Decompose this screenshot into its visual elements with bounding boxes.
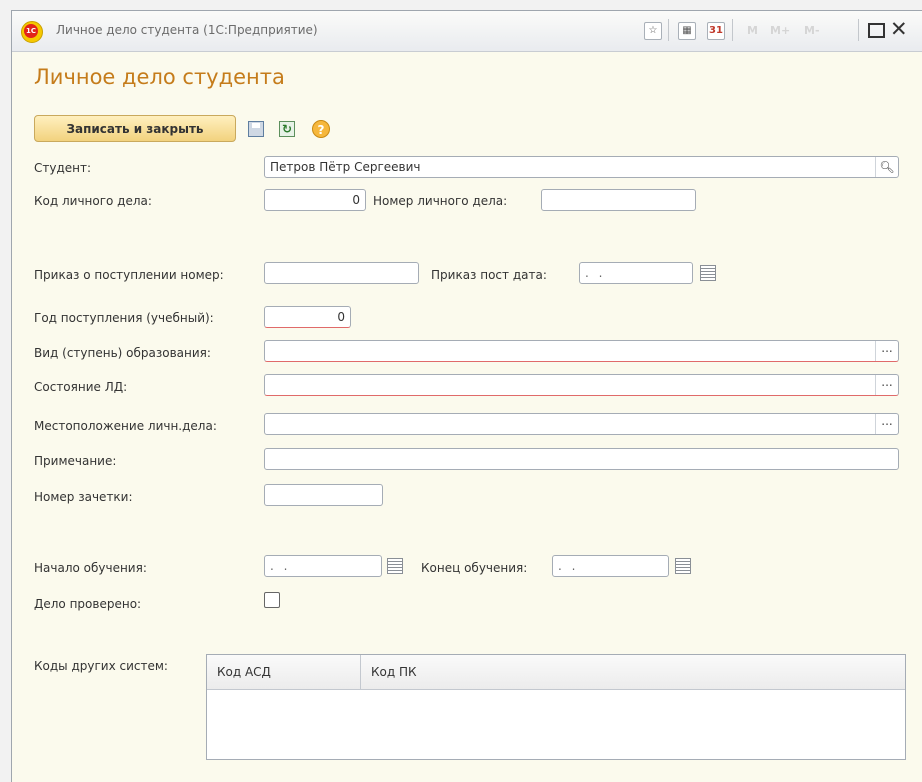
separator bbox=[858, 19, 859, 41]
favorites-star-icon[interactable]: ☆ bbox=[644, 22, 662, 40]
memory-minus-button[interactable]: M- bbox=[804, 24, 820, 37]
memory-plus-button[interactable]: M+ bbox=[770, 24, 790, 37]
student-field[interactable]: Петров Пётр Сергеевич 🔍︎ bbox=[264, 156, 899, 178]
save-icon[interactable] bbox=[248, 121, 264, 137]
record-book-number-label: Номер зачетки: bbox=[34, 490, 133, 504]
note-field[interactable] bbox=[264, 448, 899, 470]
write-and-close-button[interactable]: Записать и закрыть bbox=[34, 115, 236, 142]
other-systems-table[interactable]: Код АСД Код ПК bbox=[206, 654, 906, 760]
study-start-value: . . bbox=[270, 559, 291, 573]
admission-order-date-label: Приказ пост дата: bbox=[431, 268, 547, 282]
case-number-label: Номер личного дела: bbox=[373, 194, 508, 208]
app-logo-text: 1C bbox=[24, 24, 38, 38]
study-end-field[interactable]: . . bbox=[552, 555, 669, 577]
app-logo-icon[interactable]: 1C bbox=[21, 21, 43, 43]
admission-order-number-field[interactable] bbox=[264, 262, 419, 284]
select-button[interactable]: ... bbox=[875, 341, 898, 361]
case-checked-label: Дело проверено: bbox=[34, 597, 142, 611]
calendar-icon[interactable] bbox=[700, 265, 716, 281]
calculator-icon[interactable]: ▦ bbox=[678, 22, 696, 40]
separator bbox=[668, 19, 669, 41]
column-header-asd-code[interactable]: Код АСД bbox=[207, 655, 361, 689]
admission-year-label: Год поступления (учебный): bbox=[34, 311, 214, 325]
restore-window-icon[interactable] bbox=[868, 23, 885, 38]
case-number-field[interactable] bbox=[541, 189, 696, 211]
admission-year-field[interactable]: 0 bbox=[264, 306, 351, 328]
education-level-label: Вид (ступень) образования: bbox=[34, 346, 211, 360]
title-bar: 1C Личное дело студента (1С:Предприятие)… bbox=[12, 11, 922, 52]
case-state-field[interactable]: ... bbox=[264, 374, 899, 396]
study-start-label: Начало обучения: bbox=[34, 561, 147, 575]
window-title: Личное дело студента (1С:Предприятие) bbox=[56, 23, 318, 37]
calendar-icon[interactable]: 31 bbox=[707, 22, 725, 40]
student-label: Студент: bbox=[34, 161, 92, 175]
refresh-icon[interactable]: ↻ bbox=[279, 121, 295, 137]
memory-m-button[interactable]: M bbox=[747, 24, 758, 37]
case-checked-checkbox[interactable] bbox=[264, 592, 280, 608]
calendar-icon[interactable] bbox=[387, 558, 403, 574]
other-systems-label: Коды других систем: bbox=[34, 659, 168, 673]
case-location-field[interactable]: ... bbox=[264, 413, 899, 435]
form-window: 1C Личное дело студента (1С:Предприятие)… bbox=[11, 10, 922, 782]
form-title: Личное дело студента bbox=[34, 65, 285, 89]
note-label: Примечание: bbox=[34, 454, 117, 468]
close-icon[interactable]: ✕ bbox=[890, 17, 908, 41]
study-end-value: . . bbox=[558, 559, 579, 573]
education-level-field[interactable]: ... bbox=[264, 340, 899, 362]
case-state-label: Состояние ЛД: bbox=[34, 380, 128, 394]
separator bbox=[732, 19, 733, 41]
admission-order-date-field[interactable]: . . bbox=[579, 262, 693, 284]
admission-order-number-label: Приказ о поступлении номер: bbox=[34, 268, 224, 282]
record-book-number-field[interactable] bbox=[264, 484, 383, 506]
study-start-field[interactable]: . . bbox=[264, 555, 382, 577]
search-icon[interactable]: 🔍︎ bbox=[875, 157, 898, 177]
study-end-label: Конец обучения: bbox=[421, 561, 528, 575]
case-code-label: Код личного дела: bbox=[34, 194, 152, 208]
select-button[interactable]: ... bbox=[875, 375, 898, 395]
select-button[interactable]: ... bbox=[875, 414, 898, 434]
case-code-field[interactable]: 0 bbox=[264, 189, 366, 211]
column-header-pk-code[interactable]: Код ПК bbox=[361, 655, 905, 689]
case-location-label: Местоположение личн.дела: bbox=[34, 419, 217, 433]
help-icon[interactable]: ? bbox=[312, 120, 330, 138]
calendar-icon[interactable] bbox=[675, 558, 691, 574]
table-header: Код АСД Код ПК bbox=[207, 655, 905, 690]
student-value: Петров Пётр Сергеевич bbox=[270, 160, 421, 174]
admission-order-date-value: . . bbox=[585, 266, 606, 280]
